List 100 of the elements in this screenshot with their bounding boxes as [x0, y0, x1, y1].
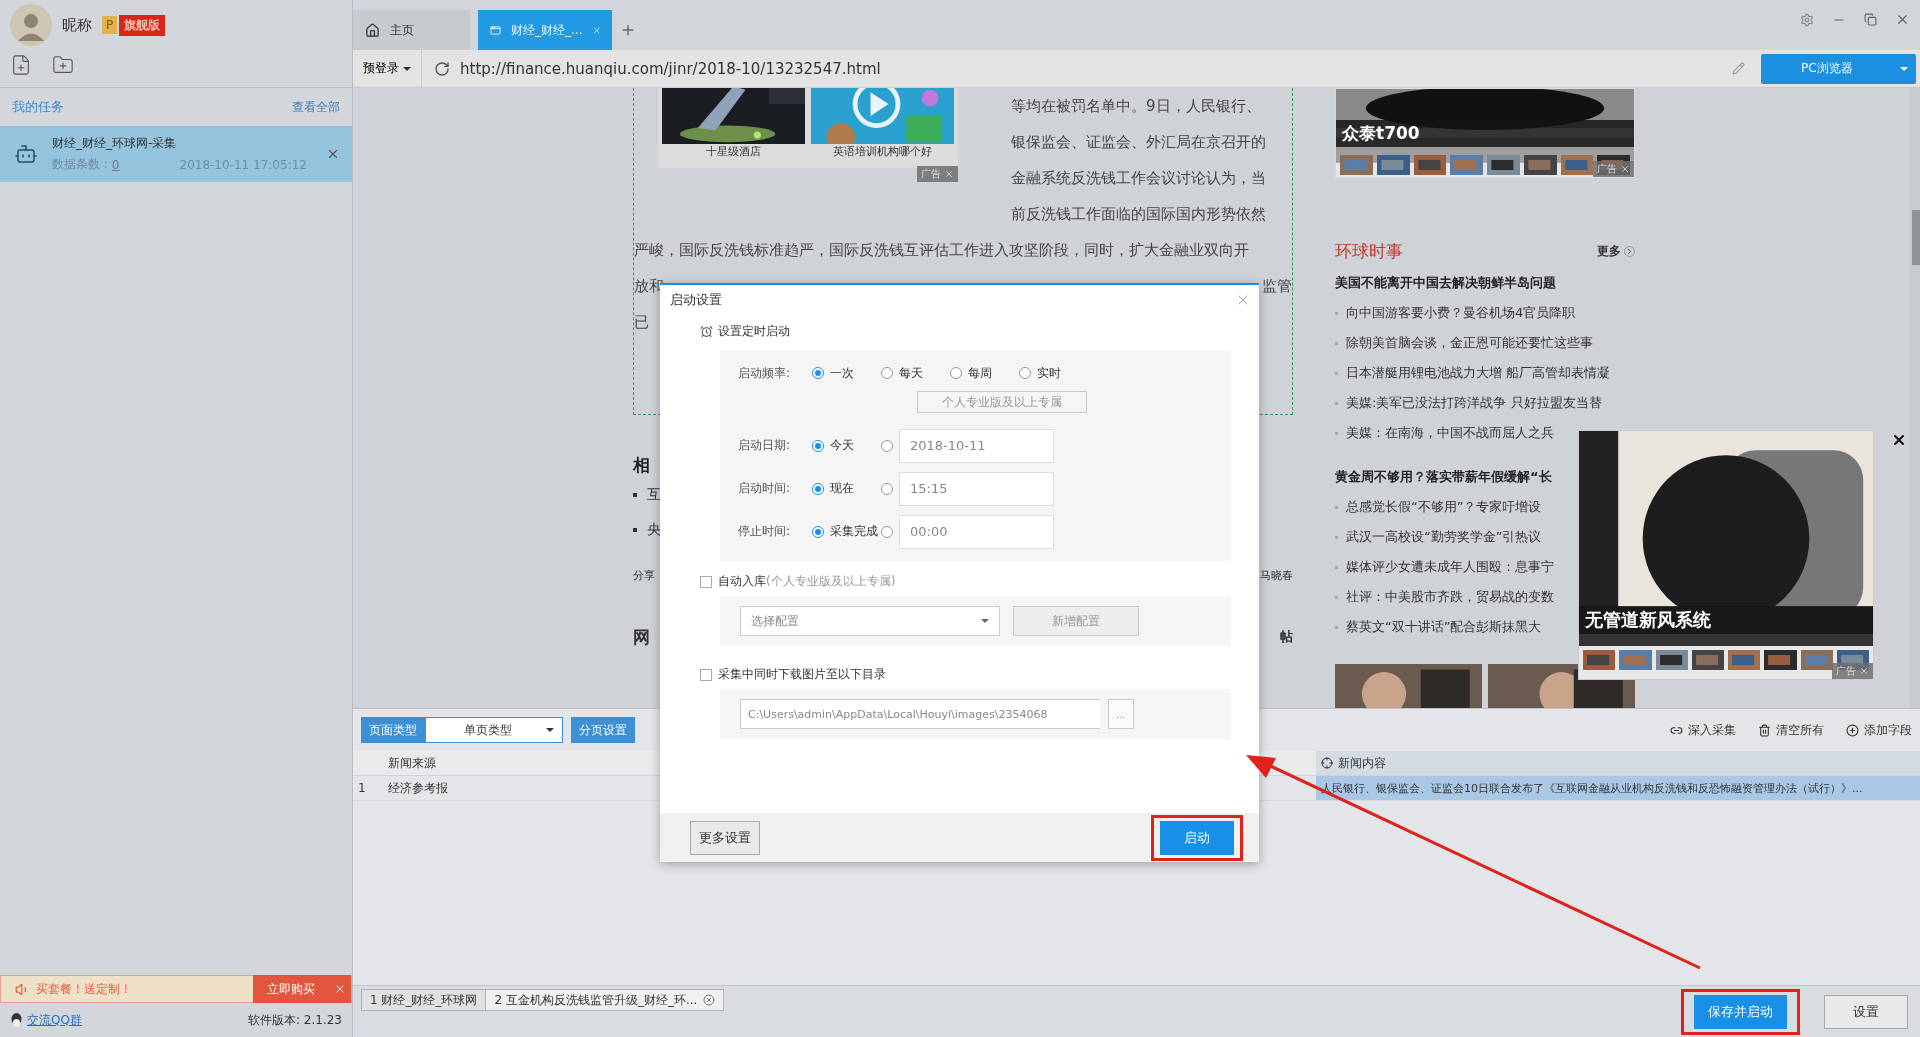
home-icon [365, 22, 380, 38]
settings-icon[interactable] [1800, 12, 1814, 27]
radio-button[interactable] [881, 367, 893, 379]
news-link[interactable]: 媒体评少女遭未成年人围殴：息事宁 [1346, 558, 1554, 576]
nickname: 昵称 [62, 15, 92, 35]
crosshair-icon [1321, 757, 1333, 769]
field-label: 启动时间: [737, 480, 792, 497]
avatar[interactable] [10, 4, 52, 46]
article-text: 马晓春 [1260, 567, 1293, 583]
input-field[interactable]: 15:15 [899, 471, 1054, 506]
related-link[interactable]: 央 [647, 520, 661, 539]
scrollbar[interactable] [1910, 88, 1920, 708]
new-file-icon[interactable] [10, 54, 32, 76]
ad-caption[interactable]: 十星级酒店 [706, 144, 761, 159]
article-text: 银保监会、证监会、外汇局在京召开的 [1011, 132, 1266, 153]
related-link[interactable]: 互 [647, 485, 661, 504]
browser-tab[interactable]: 主页 [353, 10, 470, 50]
radio-option[interactable]: 今天 [812, 437, 881, 454]
task-time: 2018-10-11 17:05:12 [179, 157, 307, 172]
close-icon[interactable] [1859, 666, 1869, 676]
news-link[interactable]: 社评：中美股市齐跌，贸易战的变数 [1346, 588, 1554, 606]
refresh-icon[interactable] [434, 60, 450, 77]
news-link[interactable]: 武汉一高校设“勤劳奖学金”引热议 [1346, 528, 1542, 546]
new-folder-icon[interactable] [52, 54, 74, 76]
prelogin-dropdown[interactable]: 预登录 [353, 49, 422, 88]
input-field[interactable]: 2018-10-11 [899, 428, 1054, 463]
ad-caption[interactable]: 英语培训机构哪个好 [833, 144, 932, 159]
close-icon[interactable] [703, 994, 716, 1006]
radio-option[interactable]: 实时 [1019, 364, 1069, 382]
news-headline[interactable]: 美国不能离开中国去解决朝鲜半岛问题 [1335, 268, 1556, 298]
qq-group-link[interactable]: 交流QQ群 [27, 1011, 82, 1029]
news-link[interactable]: 美媒:美军已没法打跨洋战争 只好拉盟友当替 [1346, 394, 1602, 412]
plus-circle-icon [1846, 723, 1859, 737]
more-settings-button[interactable]: 更多设置 [690, 820, 760, 855]
article-text: 前反洗钱工作面临的国际国内形势依然 [1011, 204, 1266, 225]
toolbar-button[interactable]: 添加字段 [1846, 721, 1912, 739]
checkbox[interactable] [700, 668, 712, 681]
toolbar-button[interactable]: 清空所有 [1758, 721, 1824, 739]
close-button[interactable] [1891, 432, 1907, 448]
radio-button[interactable] [881, 439, 893, 452]
toolbar-button[interactable]: 深入采集 [1670, 721, 1736, 739]
config-select[interactable]: 选择配置 [740, 606, 1000, 636]
radio-option[interactable]: 现在 [812, 480, 881, 497]
close-icon[interactable] [334, 983, 346, 995]
checkbox-label[interactable]: 采集中同时下载图片至以下目录 [718, 666, 886, 683]
news-link[interactable]: 美媒：在南海，中国不战而屈人之兵 [1346, 424, 1554, 442]
radio-option[interactable]: 每周 [950, 364, 1019, 382]
radio-option[interactable]: 一次 [812, 364, 881, 382]
radio-button[interactable] [881, 525, 893, 538]
tier-badge: 旗舰版 [119, 14, 166, 36]
section-label: 设置定时启动 [718, 323, 790, 340]
path-field[interactable]: C:\Users\admin\AppData\Local\Houyi\images\2354068 [740, 699, 1100, 729]
pencil-icon[interactable] [1732, 62, 1745, 75]
close-icon[interactable] [326, 147, 340, 161]
url-field[interactable]: http://finance.huanqiu.com/jinr/2018-10/13232547.html [422, 59, 1732, 78]
close-icon[interactable] [944, 169, 954, 179]
radio-button[interactable] [812, 482, 824, 495]
radio-button[interactable] [812, 367, 824, 379]
article-text: 帖 [1280, 628, 1293, 646]
article-text: 监管 [1262, 276, 1292, 297]
news-link[interactable]: 除朝美首脑会谈，金正恩可能还要忙这些事 [1346, 334, 1593, 352]
share-label: 分享 [633, 567, 655, 583]
news-link[interactable]: 总感觉长假“不够用”？专家吁增设 [1346, 498, 1542, 516]
page-type-select[interactable]: 单页类型 [425, 717, 563, 743]
column-header[interactable]: 新闻内容 [1316, 751, 1920, 775]
news-link[interactable]: 日本潜艇用锂电池战力大增 船厂高管却表情凝 [1346, 364, 1611, 382]
radio-option[interactable]: 采集完成 [812, 523, 881, 540]
table-cell-text: 经济参考报 [387, 779, 449, 797]
checkbox-label[interactable]: 自动入库 [718, 573, 766, 590]
row-number: 1 [357, 780, 367, 797]
checkbox[interactable] [700, 575, 712, 588]
penguin-icon [10, 1012, 23, 1028]
task-tab[interactable]: 1 财经_财经_环球网 [361, 989, 487, 1011]
task-tab[interactable]: 2 互金机构反洗钱监管升级_财经_环... [485, 989, 725, 1011]
pro-note: 个人专业版及以上专属 [917, 391, 1087, 413]
version-text: 软件版本: 2.1.23 [247, 1011, 342, 1029]
buy-button[interactable]: 立即购买 [253, 975, 329, 1003]
settings-button[interactable]: 设置 [1824, 994, 1908, 1029]
article-text: 金融系统反洗钱工作会议讨论认为，当 [1011, 168, 1266, 189]
section-heading: 相 [633, 454, 651, 477]
pro-note: (个人专业版及以上专属) [766, 573, 896, 590]
radio-button[interactable] [812, 525, 824, 538]
radio-button[interactable] [812, 439, 824, 452]
article-text: 严峻，国际反洗钱标准趋严，国际反洗钱互评估工作进入攻坚阶段，同时，扩大金融业双向开 [634, 240, 1249, 261]
news-link[interactable]: 蔡英文“双十讲话”配合彭斯抹黑大 [1346, 618, 1542, 636]
task-name: 财经_财经_环球网-采集 [52, 135, 178, 152]
radio-button[interactable] [881, 482, 893, 495]
news-headline[interactable]: 黄金周不够用？落实带薪年假缓解“长 [1335, 462, 1552, 492]
radio-button[interactable] [950, 367, 962, 379]
radio-option[interactable]: 每天 [881, 364, 950, 382]
more-link[interactable]: 更多 [1597, 242, 1635, 260]
robot-icon [14, 142, 38, 166]
restore-icon[interactable] [1864, 13, 1877, 26]
ad-caption[interactable]: 无管道新风系统 [1579, 606, 1873, 634]
close-icon[interactable] [1895, 12, 1910, 27]
field-label: 启动频率: [737, 364, 792, 382]
new-tab-icon[interactable] [620, 22, 636, 38]
radio-button[interactable] [1019, 367, 1031, 379]
input-field[interactable]: 00:00 [899, 514, 1054, 549]
news-link[interactable]: 向中国游客要小费？曼谷机场4官员降职 [1346, 304, 1576, 322]
